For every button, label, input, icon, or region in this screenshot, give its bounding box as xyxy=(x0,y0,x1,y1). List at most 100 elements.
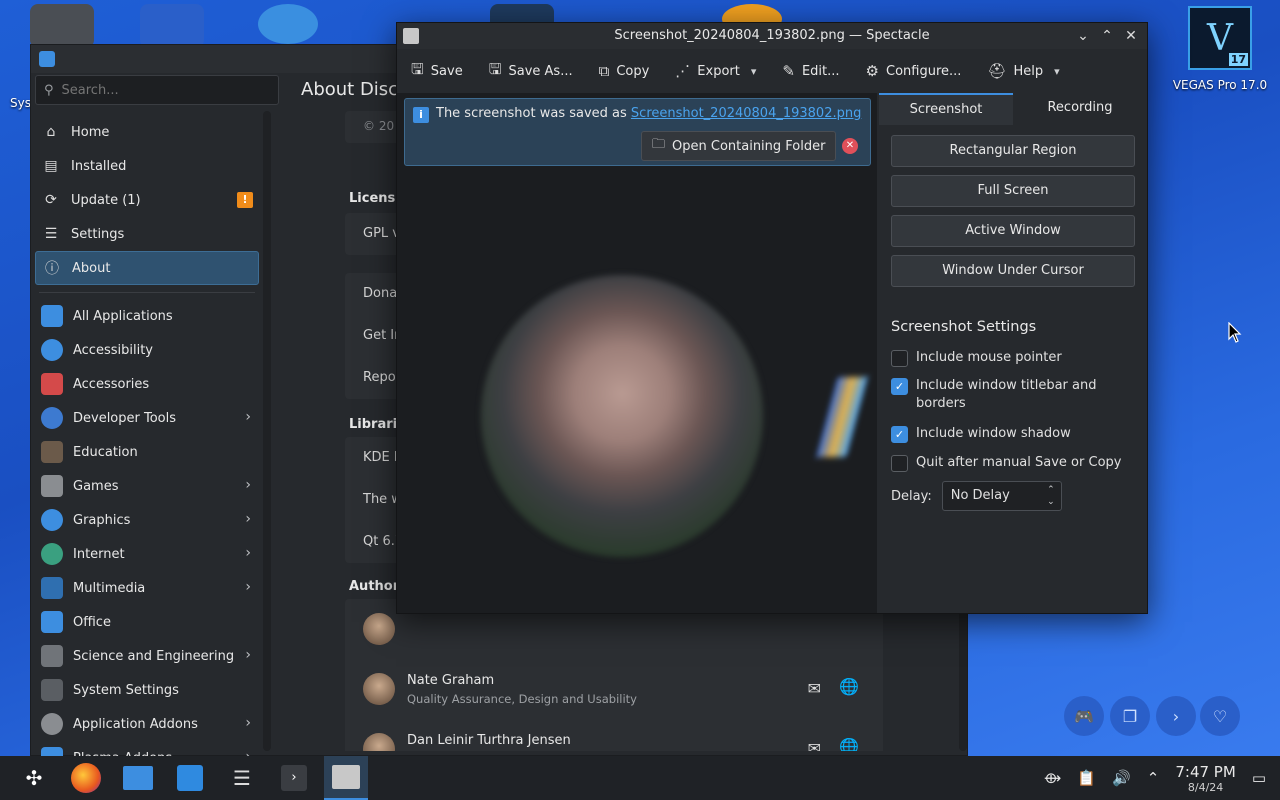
maximize-icon[interactable]: ⌃ xyxy=(1097,23,1117,49)
file-manager-button[interactable] xyxy=(116,756,160,800)
chevron-right-icon: › xyxy=(245,715,251,731)
discover-button[interactable] xyxy=(168,756,212,800)
desktop-icon-vegas[interactable]: V 17 VEGAS Pro 17.0 xyxy=(1170,6,1270,92)
desktop-icon-system[interactable] xyxy=(30,4,94,48)
screenshot-image xyxy=(481,275,763,557)
favorite-button[interactable]: ♡ xyxy=(1200,696,1240,736)
save-as-button[interactable]: 🖫 Save As... xyxy=(489,59,573,84)
spectacle-icon xyxy=(332,765,360,789)
chevron-down-icon: ▾ xyxy=(750,64,757,78)
category-office[interactable]: Office xyxy=(35,605,259,639)
author-row: Nate Graham Quality Assurance, Design and… xyxy=(345,659,883,719)
saved-file-link[interactable]: Screenshot_20240804_193802.png xyxy=(631,106,861,121)
terminal-icon: › xyxy=(281,765,307,791)
rectangular-region-button[interactable]: Rectangular Region xyxy=(891,135,1135,167)
category-multimedia[interactable]: Multimedia › xyxy=(35,571,259,605)
tab-recording[interactable]: Recording xyxy=(1013,93,1147,125)
category-application-addons[interactable]: Application Addons › xyxy=(35,707,259,741)
license-heading: Licens xyxy=(349,191,396,206)
search-icon: ⚲ xyxy=(44,82,54,98)
show-desktop-icon[interactable]: ▭ xyxy=(1252,769,1266,787)
clipboard-icon[interactable]: 📋 xyxy=(1077,769,1096,787)
folder-icon xyxy=(123,766,153,790)
desktop-icon-app-2[interactable] xyxy=(140,4,204,48)
checkbox[interactable] xyxy=(891,455,908,472)
sidebar-scrollbar[interactable] xyxy=(263,111,271,751)
sidebar-item-update[interactable]: ⟳ Update (1)! xyxy=(35,183,259,217)
terminal-button[interactable]: › xyxy=(272,756,316,800)
copy-button[interactable]: ⧉ Copy xyxy=(599,62,650,80)
spectacle-taskbar-button[interactable] xyxy=(324,756,368,800)
mouse-cursor-icon xyxy=(1228,322,1242,343)
include-shadow-checkbox[interactable]: ✓ Include window shadow xyxy=(891,425,1131,443)
email-icon[interactable]: ✉ xyxy=(808,679,821,698)
vegas-logo: V 17 xyxy=(1188,6,1252,70)
category-all-applications[interactable]: All Applications xyxy=(35,299,259,333)
category-graphics[interactable]: Graphics › xyxy=(35,503,259,537)
sidebar-item-settings[interactable]: ☰ Settings xyxy=(35,217,259,251)
close-icon[interactable]: ✕ xyxy=(1121,23,1141,49)
category-accessories[interactable]: Accessories xyxy=(35,367,259,401)
spin-arrows-icon[interactable]: ⌃ ⌄ xyxy=(1047,484,1055,508)
discover-search-field[interactable]: ⚲ xyxy=(35,75,279,105)
checkbox[interactable]: ✓ xyxy=(891,426,908,443)
checkbox[interactable] xyxy=(891,350,908,367)
folder-icon: 🗀 xyxy=(652,137,666,152)
checkbox[interactable]: ✓ xyxy=(891,378,908,395)
window-under-cursor-button[interactable]: Window Under Cursor xyxy=(891,255,1135,287)
export-icon: ⋰ xyxy=(675,62,691,80)
windows-button[interactable]: ❐ xyxy=(1110,696,1150,736)
search-input[interactable] xyxy=(61,82,262,98)
category-games[interactable]: Games › xyxy=(35,469,259,503)
next-button[interactable]: › xyxy=(1156,696,1196,736)
full-screen-button[interactable]: Full Screen xyxy=(891,175,1135,207)
sidebar-item-installed[interactable]: ▤ Installed xyxy=(35,149,259,183)
app-launcher-button[interactable]: ✣ xyxy=(12,756,56,800)
help-button[interactable]: ⛑ Help ▾ xyxy=(987,62,1059,80)
export-button[interactable]: ⋰ Export ▾ xyxy=(675,62,756,80)
save-as-icon: 🖫 xyxy=(488,59,502,78)
minimize-icon[interactable]: ⌄ xyxy=(1073,23,1093,49)
category-developer-tools[interactable]: Developer Tools › xyxy=(35,401,259,435)
quit-after-save-checkbox[interactable]: Quit after manual Save or Copy xyxy=(891,454,1131,472)
desktop-icon-settings[interactable] xyxy=(258,4,318,44)
system-settings-button[interactable]: ☰ xyxy=(220,756,264,800)
globe-icon[interactable]: 🌐 xyxy=(839,677,859,696)
category-system-settings[interactable]: System Settings xyxy=(35,673,259,707)
close-notification-icon[interactable]: ✕ xyxy=(842,138,858,154)
accessibility-icon xyxy=(41,339,63,361)
developer-tools-icon xyxy=(41,407,63,429)
include-titlebar-checkbox[interactable]: ✓ Include window titlebar and borders xyxy=(891,377,1131,413)
tab-screenshot[interactable]: Screenshot xyxy=(879,93,1013,125)
category-science-and-engineering[interactable]: Science and Engineering › xyxy=(35,639,259,673)
accessories-icon xyxy=(41,373,63,395)
sidebar-item-about[interactable]: ⓘ About xyxy=(35,251,259,285)
update-badge: ! xyxy=(237,192,253,208)
window-title: Screenshot_20240804_193802.png — Spectac… xyxy=(614,28,930,43)
authors-heading: Author xyxy=(349,579,400,594)
category-accessibility[interactable]: Accessibility xyxy=(35,333,259,367)
tray-expand-icon[interactable]: ⌃ xyxy=(1147,769,1160,787)
configure-button[interactable]: ⚙ Configure... xyxy=(866,62,962,80)
category-internet[interactable]: Internet › xyxy=(35,537,259,571)
firefox-button[interactable] xyxy=(64,756,108,800)
sidebar-item-home[interactable]: ⌂ Home xyxy=(35,115,259,149)
open-containing-folder-button[interactable]: 🗀 Open Containing Folder xyxy=(641,131,837,161)
chevron-right-icon: › xyxy=(245,647,251,663)
edit-button[interactable]: ✎ Edit... xyxy=(782,62,839,80)
clock[interactable]: 7:47 PM 8/4/24 xyxy=(1175,763,1235,794)
configure-icon: ⚙ xyxy=(865,62,879,80)
spectacle-titlebar[interactable]: Screenshot_20240804_193802.png — Spectac… xyxy=(397,23,1147,49)
save-button[interactable]: 🖫 Save xyxy=(411,59,463,84)
category-education[interactable]: Education xyxy=(35,435,259,469)
delay-spinbox[interactable]: No Delay ⌃ ⌄ xyxy=(941,481,1062,511)
gamepad-button[interactable]: 🎮 xyxy=(1064,696,1104,736)
volume-icon[interactable]: 🔊 xyxy=(1112,769,1131,787)
globe-icon[interactable]: 🌐 xyxy=(839,737,859,751)
email-icon[interactable]: ✉ xyxy=(808,739,821,751)
include-mouse-pointer-checkbox[interactable]: Include mouse pointer xyxy=(891,349,1131,367)
network-icon[interactable]: ⟴ xyxy=(1044,769,1061,787)
info-icon: i xyxy=(413,107,429,123)
active-window-button[interactable]: Active Window xyxy=(891,215,1135,247)
info-icon: ⓘ xyxy=(45,261,59,277)
